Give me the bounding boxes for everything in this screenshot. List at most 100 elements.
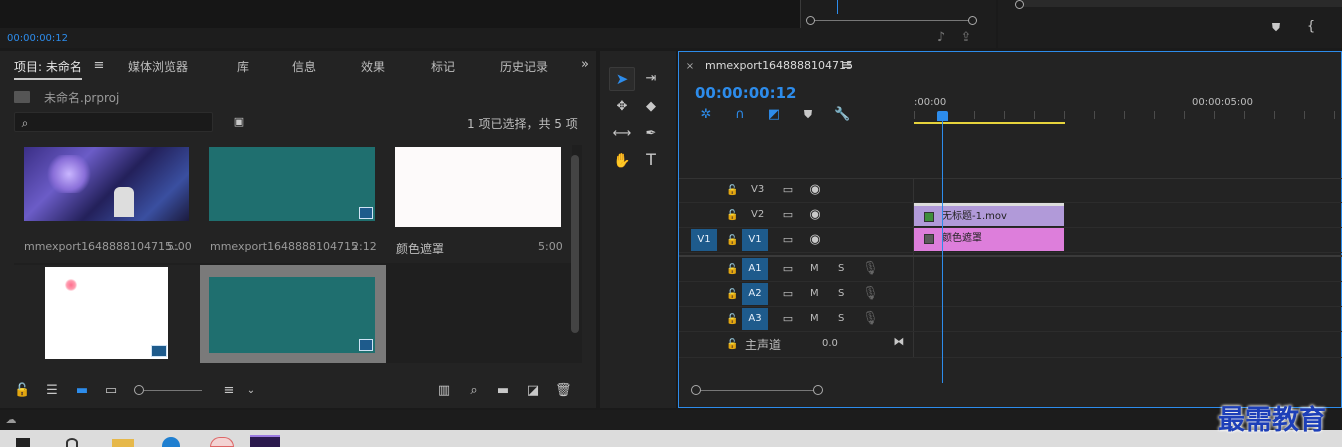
v1-sync-icon[interactable]: ▭	[780, 232, 796, 248]
timeline-zoom-left[interactable]	[691, 385, 701, 395]
more-tabs-icon[interactable]: »	[578, 57, 592, 73]
nest-toggle-icon[interactable]: ✲	[698, 107, 714, 123]
master-volume[interactable]: 0.0	[822, 338, 838, 349]
timeline-zoom-track[interactable]	[696, 390, 818, 391]
export-frame-icon[interactable]: ⇪	[958, 30, 974, 46]
a2-sync-icon[interactable]: ▭	[780, 286, 796, 302]
automate-sequence-icon[interactable]: ▥	[435, 383, 453, 399]
v3-lock-icon[interactable]: 🔓	[726, 183, 738, 199]
search-input[interactable]: ⌕	[14, 112, 213, 132]
a2-lock-icon[interactable]: 🔓	[726, 287, 738, 303]
hand-tool-icon[interactable]: ✋	[613, 153, 631, 169]
a1-sync-icon[interactable]: ▭	[780, 261, 796, 277]
project-item-sequence-selected[interactable]	[200, 265, 386, 363]
project-scrollbar[interactable]	[571, 155, 579, 333]
a2-mute-button[interactable]: M	[810, 288, 819, 299]
chevron-down-icon[interactable]: ⌄	[244, 383, 258, 399]
close-icon[interactable]: ×	[685, 59, 695, 75]
v2-lock-icon[interactable]: 🔓	[726, 208, 738, 224]
tab-info[interactable]: 信息	[292, 58, 316, 75]
linked-selection-icon[interactable]: ◩	[766, 107, 782, 123]
v1-target[interactable]: V1	[742, 229, 768, 251]
list-view-icon[interactable]: ☰	[44, 383, 60, 399]
a3-mute-button[interactable]: M	[810, 313, 819, 324]
type-tool-icon[interactable]: T	[642, 152, 660, 168]
insert-icon[interactable]: ♪	[933, 30, 949, 46]
slip-tool-icon[interactable]: ⟷	[612, 126, 632, 142]
v2-sync-icon[interactable]: ▭	[780, 207, 796, 223]
new-search-bin-icon[interactable]: ▣	[231, 114, 247, 130]
zoom-slider-handle[interactable]	[134, 385, 144, 395]
trash-icon[interactable]: 🗑	[555, 383, 572, 399]
master-goto-icon[interactable]: ⧓	[892, 334, 906, 350]
v2-eye-icon[interactable]: ◉	[807, 207, 823, 223]
timeline-timecode[interactable]: 00:00:00:12	[695, 84, 797, 102]
monitor-zoom-bar[interactable]	[810, 20, 974, 21]
find-icon[interactable]: ⌕	[466, 383, 482, 399]
a3-solo-button[interactable]: S	[838, 313, 844, 324]
sequence-menu-icon[interactable]: ≡	[841, 58, 853, 74]
program-scrollbar[interactable]	[1016, 0, 1342, 7]
selection-tool-icon[interactable]: ➤	[614, 71, 630, 87]
tab-libraries[interactable]: 库	[237, 58, 249, 75]
tab-project[interactable]: 项目: 未命名	[14, 58, 82, 80]
go-to-in-icon[interactable]: {	[1304, 19, 1318, 35]
v1-eye-icon[interactable]: ◉	[807, 232, 823, 248]
a3-target[interactable]: A3	[742, 308, 768, 330]
v1-clip[interactable]: 颜色遮罩	[914, 228, 1064, 251]
tab-media-browser[interactable]: 媒体浏览器	[128, 58, 188, 75]
timeline-zoom-right[interactable]	[813, 385, 823, 395]
a3-voiceover-icon[interactable]: 🎙	[862, 311, 879, 327]
ripple-edit-tool-icon[interactable]: ✥	[613, 99, 631, 115]
tab-markers[interactable]: 标记	[431, 58, 455, 75]
timeline-settings-icon[interactable]: 🔧	[834, 107, 850, 123]
sequence-tab[interactable]: mmexport1648888104715	[705, 59, 853, 72]
tab-history[interactable]: 历史记录	[500, 58, 548, 75]
track-select-tool-icon[interactable]: ⇥	[642, 71, 660, 87]
icon-view-icon[interactable]: ▬	[74, 383, 90, 399]
zoom-slider-track[interactable]	[144, 390, 202, 391]
program-zoom-handle[interactable]	[1015, 0, 1024, 9]
freeform-view-icon[interactable]: ▭	[102, 383, 120, 399]
marker-icon[interactable]: ⛊	[1269, 20, 1283, 36]
start-icon[interactable]	[16, 438, 30, 447]
sort-icon[interactable]: ≡	[221, 383, 237, 399]
pen-tool-icon[interactable]: ✒	[642, 126, 660, 142]
source-timecode[interactable]: 00:00:00:12	[7, 33, 68, 44]
lock-icon[interactable]: 🔓	[14, 383, 30, 399]
snap-icon[interactable]: ∩	[732, 107, 748, 123]
search-taskbar-icon[interactable]	[66, 438, 78, 447]
premiere-taskbar-icon[interactable]	[250, 435, 280, 447]
work-area-bar[interactable]	[914, 122, 1065, 124]
a1-mute-button[interactable]: M	[810, 263, 819, 274]
a1-target[interactable]: A1	[742, 258, 768, 280]
a3-lock-icon[interactable]: 🔓	[726, 312, 738, 328]
project-item-clip1[interactable]: mmexport1648888104715... 5:00	[14, 145, 200, 263]
source-patch-v1[interactable]: V1	[691, 229, 717, 251]
app-icon[interactable]	[210, 437, 234, 447]
project-item-clip2[interactable]: mmexport1648888104715 2:12	[200, 145, 386, 263]
v3-eye-icon[interactable]: ◉	[807, 182, 823, 198]
zoom-handle-right[interactable]	[968, 16, 977, 25]
file-explorer-icon[interactable]	[112, 439, 134, 447]
master-lock-icon[interactable]: 🔓	[726, 337, 738, 353]
browser-icon[interactable]	[162, 437, 180, 447]
new-bin-icon[interactable]: ▬	[495, 383, 511, 399]
project-item-image[interactable]	[14, 265, 200, 363]
playhead-handle[interactable]	[937, 111, 948, 121]
tab-effects[interactable]: 效果	[361, 58, 385, 75]
zoom-handle-left[interactable]	[806, 16, 815, 25]
add-marker-icon[interactable]: ⛊	[801, 107, 815, 123]
a1-lock-icon[interactable]: 🔓	[726, 262, 738, 278]
v2-clip[interactable]: 无标题-1.mov	[914, 203, 1064, 226]
v1-lock-icon[interactable]: 🔓	[726, 233, 738, 249]
project-item-color-matte[interactable]: 颜色遮罩 5:00	[386, 145, 572, 263]
a2-voiceover-icon[interactable]: 🎙	[862, 286, 879, 302]
a1-voiceover-icon[interactable]: 🎙	[862, 261, 879, 277]
a3-sync-icon[interactable]: ▭	[780, 311, 796, 327]
tab-menu-icon[interactable]: ≡	[93, 58, 105, 74]
a2-solo-button[interactable]: S	[838, 288, 844, 299]
a2-target[interactable]: A2	[742, 283, 768, 305]
new-item-icon[interactable]: ◪	[525, 383, 541, 399]
a1-solo-button[interactable]: S	[838, 263, 844, 274]
